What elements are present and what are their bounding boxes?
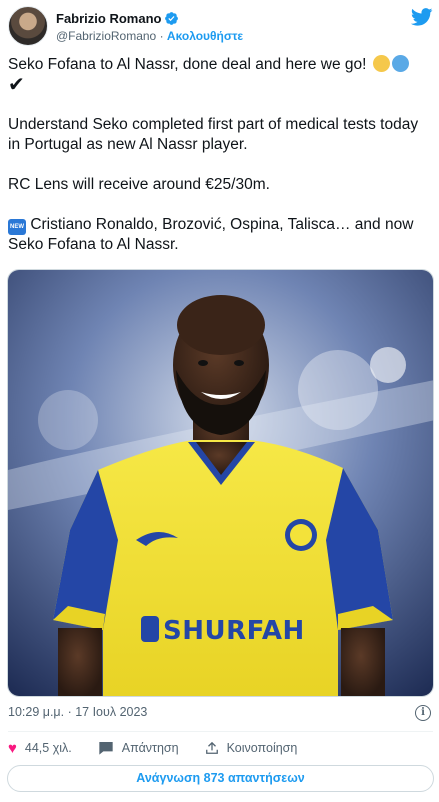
separator: · [159,29,164,43]
like-button[interactable]: ♥ 44,5 χιλ. [8,741,72,756]
tweet-paragraph-3: RC Lens will receive around €25/30m. [8,176,270,193]
heart-icon: ♥ [8,739,17,757]
verified-badge-icon [165,12,179,25]
tweet-paragraph-4: NEW Cristiano Ronaldo, Brozović, Ospina,… [8,215,433,255]
timestamp[interactable]: 10:29 μ.μ. · 17 Ιουλ 2023 [8,705,147,719]
tweet-photo[interactable]: SHURFAH [7,269,434,697]
tweet-line-1: Seko Fofana to Al Nassr, done deal and h… [8,55,433,75]
follow-button[interactable]: Ακολουθήστε [167,29,243,43]
info-icon[interactable]: i [415,705,431,721]
tweet-header: Fabrizio Romano @FabrizioRomano · Ακολου… [8,6,433,48]
like-count: 44,5 χιλ. [24,741,72,755]
read-replies-button[interactable]: Ανάγνωση 873 απαντήσεων [7,765,434,792]
twitter-bird-icon[interactable] [411,8,433,26]
shirt-sponsor-text: SHURFAH [163,616,305,646]
author-name[interactable]: Fabrizio Romano [56,11,161,26]
reply-button[interactable]: Απάντηση [98,740,179,756]
name-row: Fabrizio Romano [56,10,243,27]
tweet-text: Seko Fofana to Al Nassr, done deal and h… [8,55,433,255]
reply-label: Απάντηση [121,741,179,755]
tweet-headline: Seko Fofana to Al Nassr, done deal and h… [8,56,367,73]
handle-row: @FabrizioRomano · Ακολουθήστε [56,29,243,43]
author-handle[interactable]: @FabrizioRomano [56,29,156,43]
avatar[interactable] [8,6,48,46]
yellow-circle-emoji-icon [372,55,390,72]
blue-circle-emoji-icon [391,55,409,72]
share-icon [205,741,218,754]
new-button-emoji-icon: NEW [8,219,26,235]
tweet-paragraph-2: Understand Seko completed first part of … [8,116,419,153]
check-mark-emoji-icon: ✔ [8,74,25,96]
divider [8,731,433,732]
tweet-paragraph-4-text: Cristiano Ronaldo, Brozović, Ospina, Tal… [8,216,414,253]
tweet-meta: 10:29 μ.μ. · 17 Ιουλ 2023 i [8,705,433,723]
reply-icon [99,742,113,755]
author-block: Fabrizio Romano @FabrizioRomano · Ακολου… [56,10,243,43]
share-button[interactable]: Κοινοποίηση [205,740,298,756]
tweet-actions: ♥ 44,5 χιλ. Απάντηση Κοινοποίηση [8,738,323,758]
share-label: Κοινοποίηση [226,741,298,755]
